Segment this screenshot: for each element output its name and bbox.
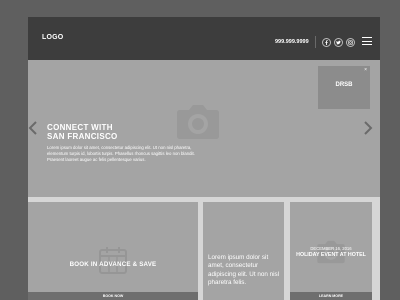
event-title: HOLIDAY EVENT AT HOTEL	[296, 252, 366, 258]
booking-card-title: BOOK IN ADVANCE & SAVE	[69, 261, 157, 268]
text-card-body: Lorem ipsum dolor sit amet, consectetur …	[208, 254, 280, 287]
booking-card: BOOK IN ADVANCE & SAVE BOOK NOW	[28, 202, 198, 300]
popup-label: DRSB	[335, 82, 353, 88]
hero-title: CONNECT WITH SAN FRANCISCO	[47, 123, 118, 141]
event-date: DECEMBER 16, 2016	[310, 246, 352, 251]
chevron-right-icon[interactable]	[362, 120, 374, 136]
facebook-icon[interactable]	[322, 38, 331, 47]
hamburger-menu-icon[interactable]	[362, 37, 372, 45]
site-header: LOGO 999.999.9999	[28, 17, 380, 60]
learn-more-button[interactable]: LEARN MORE	[290, 292, 372, 300]
hero-title-line-2: SAN FRANCISCO	[47, 132, 118, 141]
chevron-left-icon[interactable]	[28, 120, 40, 136]
event-card: DECEMBER 16, 2016 HOLIDAY EVENT AT HOTEL…	[290, 202, 372, 300]
text-card: Lorem ipsum dolor sit amet, consectetur …	[203, 202, 284, 300]
promo-popup[interactable]: × DRSB	[318, 66, 370, 109]
instagram-icon[interactable]	[346, 38, 355, 47]
camera-icon	[177, 105, 219, 139]
book-now-button[interactable]: BOOK NOW	[28, 292, 198, 300]
hero-body-text: Lorem ipsum dolor sit amet, consectetur …	[47, 145, 195, 162]
calendar-icon	[99, 247, 127, 274]
hero-banner: CONNECT WITH SAN FRANCISCO Lorem ipsum d…	[28, 60, 380, 197]
logo[interactable]: LOGO	[42, 34, 63, 41]
header-divider	[315, 36, 316, 48]
hero-title-line-1: CONNECT WITH	[47, 123, 113, 132]
browser-frame: LOGO 999.999.9999 CONNECT WITH SAN FRANC…	[28, 17, 380, 300]
twitter-icon[interactable]	[334, 38, 343, 47]
close-icon[interactable]: ×	[364, 67, 367, 73]
phone-number[interactable]: 999.999.9999	[275, 39, 309, 45]
